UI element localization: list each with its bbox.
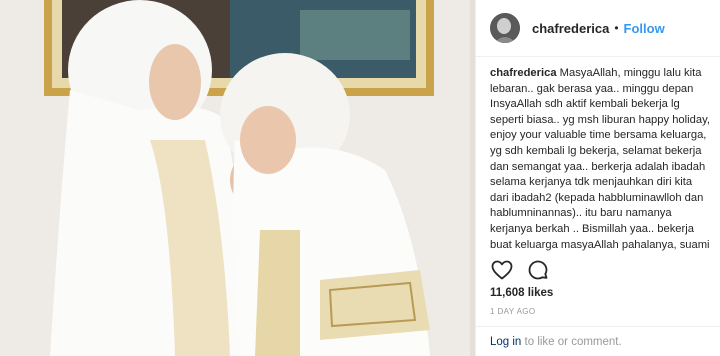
user-avatar[interactable] (490, 13, 520, 43)
comment-bar-text: to like or comment. (521, 335, 622, 348)
instagram-post: chafrederica • Follow chafrederica Masya… (0, 0, 720, 356)
post-side-panel: chafrederica • Follow chafrederica Masya… (475, 0, 720, 356)
post-timestamp[interactable]: 1 DAY AGO (490, 307, 536, 316)
comment-bar: Log in to like or comment. (476, 326, 720, 356)
photo-illustration (0, 0, 475, 356)
like-count[interactable]: 11,608 likes (490, 287, 553, 299)
avatar-image (490, 13, 520, 43)
login-link[interactable]: Log in (490, 336, 521, 348)
action-bar (490, 258, 550, 282)
post-photo[interactable] (0, 0, 475, 356)
heart-outline-icon[interactable] (490, 258, 514, 282)
separator-dot: • (614, 21, 619, 35)
post-caption: chafrederica MasyaAllah, minggu lalu kit… (490, 66, 712, 252)
speech-bubble-icon[interactable] (526, 258, 550, 282)
header-username[interactable]: chafrederica (532, 21, 609, 36)
caption-username[interactable]: chafrederica (490, 67, 557, 79)
caption-text: MasyaAllah, minggu lalu kita lebaran.. g… (490, 67, 710, 251)
post-header: chafrederica • Follow (476, 0, 720, 57)
follow-button[interactable]: Follow (624, 21, 665, 36)
